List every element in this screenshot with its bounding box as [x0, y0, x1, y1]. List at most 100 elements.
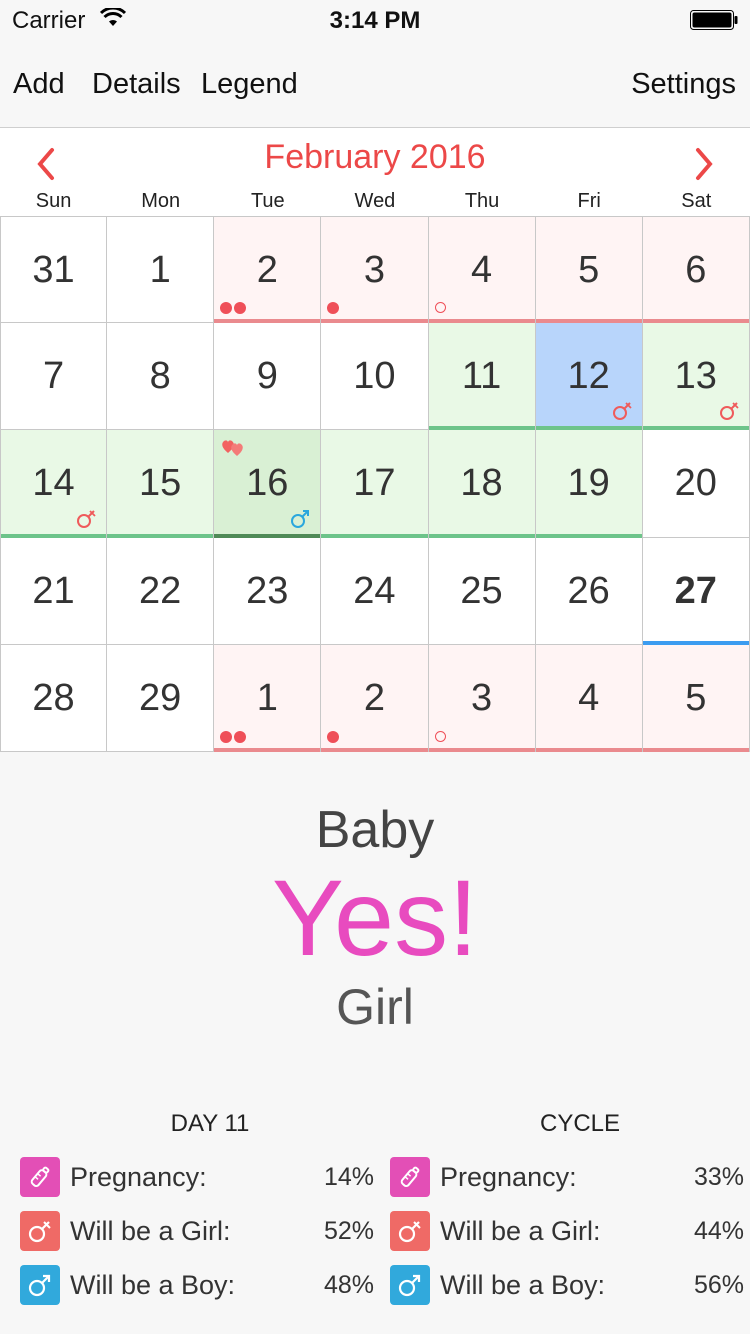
male-symbol-icon: [390, 1265, 430, 1305]
day-number: 26: [567, 569, 610, 612]
male-symbol-icon: [288, 507, 312, 531]
calendar-day-cell[interactable]: 2: [214, 216, 322, 324]
calendar-day-cell[interactable]: 22: [107, 537, 215, 645]
flow-dots: [327, 730, 340, 743]
cycle-stats-title: CYCLE: [539, 1110, 621, 1137]
calendar-day-cell[interactable]: 8: [107, 323, 215, 431]
day-number: 25: [460, 569, 503, 612]
calendar-day-cell[interactable]: 13: [642, 323, 750, 431]
stat-row-girl: Will be a Girl: 44%: [390, 1204, 750, 1258]
weekday-label: Tue: [250, 190, 285, 212]
calendar-day-cell[interactable]: 1: [214, 644, 322, 752]
calendar-day-cell[interactable]: 11: [428, 323, 536, 431]
calendar-day-cell[interactable]: 4: [535, 644, 643, 752]
add-button[interactable]: Add: [13, 68, 65, 101]
filled-dot-icon: [234, 302, 247, 315]
stat-label: Will be a Girl:: [440, 1215, 601, 1246]
filled-dot-icon: [327, 730, 340, 743]
day-number: 7: [42, 355, 65, 398]
day-number: 5: [685, 676, 707, 719]
calendar-day-cell[interactable]: 16: [214, 430, 322, 538]
male-symbol-icon: [20, 1265, 60, 1305]
day-number: 2: [256, 249, 278, 291]
calendar-day-cell[interactable]: 9: [214, 323, 322, 431]
stat-value: 56%: [693, 1270, 744, 1299]
day-number: 2: [363, 676, 385, 719]
stat-value: 44%: [693, 1216, 744, 1245]
calendar-day-cell[interactable]: 4: [428, 216, 536, 324]
day-stats-panel: DAY 11 Pregnancy: 14% Will be a Girl: 52…: [20, 1110, 380, 1312]
result-gender-label: Girl: [336, 979, 414, 1035]
day-number: 12: [567, 355, 610, 398]
legend-button[interactable]: Legend: [201, 68, 298, 101]
stat-label: Will be a Boy:: [440, 1269, 606, 1300]
day-indicator-bar: [428, 747, 535, 752]
weekday-label: Thu: [464, 190, 500, 212]
calendar-day-cell[interactable]: 18: [428, 430, 536, 538]
stat-row-girl: Will be a Girl: 52%: [20, 1204, 380, 1258]
weekday-label: Wed: [354, 190, 396, 212]
status-bar: Carrier 3:14 PM: [0, 0, 750, 40]
calendar-day-cell[interactable]: 3: [321, 216, 429, 324]
day-number: 28: [32, 676, 75, 719]
calendar-day-cell[interactable]: 17: [321, 430, 429, 538]
calendar-day-cell[interactable]: 31: [0, 216, 108, 324]
stat-value: 14%: [323, 1162, 374, 1191]
day-number: 27: [674, 569, 717, 612]
calendar-day-cell[interactable]: 3: [428, 644, 536, 752]
calendar-day-cell[interactable]: 19: [535, 430, 643, 538]
calendar-day-cell[interactable]: 14: [0, 430, 108, 538]
day-indicator-bar: [321, 747, 428, 752]
stat-value: 52%: [323, 1216, 374, 1245]
stat-row-pregnancy: Pregnancy: 14%: [20, 1150, 380, 1204]
calendar-day-cell[interactable]: 28: [0, 644, 108, 752]
hollow-dot-icon: [434, 302, 446, 314]
day-number: 3: [363, 249, 385, 291]
flow-dots: [220, 730, 247, 743]
calendar-day-cell[interactable]: 6: [642, 216, 750, 324]
calendar-day-cell[interactable]: 25: [428, 537, 536, 645]
filled-dot-icon: [327, 302, 340, 315]
day-number: 15: [139, 462, 182, 505]
calendar-day-cell[interactable]: 12: [535, 323, 643, 431]
calendar-day-cell[interactable]: 5: [535, 216, 643, 324]
calendar-day-cell[interactable]: 26: [535, 537, 643, 645]
next-month-arrow-icon[interactable]: [682, 144, 722, 184]
day-number: 20: [674, 462, 717, 505]
flow-dots: [220, 302, 247, 315]
calendar-day-cell[interactable]: 2: [321, 644, 429, 752]
calendar-day-cell[interactable]: 5: [642, 644, 750, 752]
calendar-day-cell[interactable]: 23: [214, 537, 322, 645]
day-number: 19: [567, 462, 610, 505]
hollow-dot-icon: [434, 730, 446, 742]
day-number: 9: [256, 355, 278, 398]
filled-dot-icon: [220, 302, 233, 315]
calendar-day-cell[interactable]: 29: [107, 644, 215, 752]
details-button[interactable]: Details: [92, 68, 181, 101]
calendar-day-cell[interactable]: 15: [107, 430, 215, 538]
weekday-label: Sat: [681, 190, 712, 212]
settings-button[interactable]: Settings: [631, 68, 736, 101]
calendar-day-cell[interactable]: 21: [0, 537, 108, 645]
day-number: 16: [246, 462, 289, 505]
day-number: 11: [461, 355, 502, 398]
calendar-day-cell[interactable]: 27: [642, 537, 750, 645]
day-number: 5: [578, 249, 600, 291]
result-baby-label: Baby: [315, 801, 435, 859]
calendar-day-cell[interactable]: 7: [0, 323, 108, 431]
filled-dot-icon: [234, 730, 247, 743]
month-title: February 2016: [264, 138, 486, 176]
day-number: 17: [353, 462, 396, 505]
calendar-day-cell[interactable]: 1: [107, 216, 215, 324]
calendar-day-cell[interactable]: 20: [642, 430, 750, 538]
day-number: 1: [256, 676, 278, 719]
day-number: 13: [674, 355, 717, 398]
flow-dots: [434, 730, 446, 743]
calendar-day-cell[interactable]: 10: [321, 323, 429, 431]
day-number: 1: [149, 249, 171, 291]
baby-bottle-icon: [390, 1157, 430, 1197]
calendar-day-cell[interactable]: 24: [321, 537, 429, 645]
female-symbol-icon: [390, 1211, 430, 1251]
female-symbol-icon: [74, 507, 98, 531]
day-number: 4: [470, 249, 493, 291]
